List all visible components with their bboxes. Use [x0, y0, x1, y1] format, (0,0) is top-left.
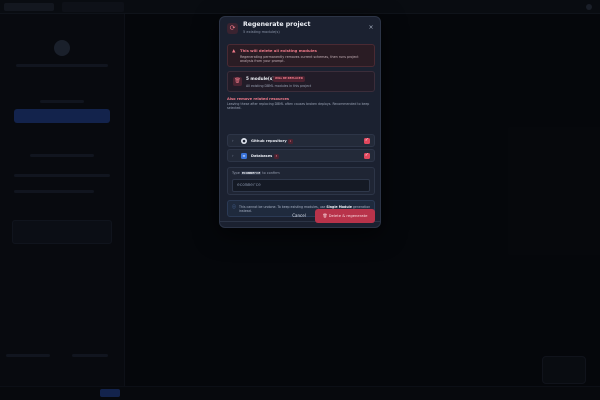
- resource-row-databases[interactable]: › ≡ Databases 3 ✓: [227, 149, 375, 162]
- modal-title: Regenerate project: [243, 21, 311, 28]
- resource-label: Databases: [251, 153, 273, 158]
- modal-header: ⟳ Regenerate project 5 existing module(s…: [220, 17, 380, 41]
- delete-regenerate-button[interactable]: 🗑 Delete & regenerate: [315, 209, 375, 223]
- warning-box: ▲ This will delete all existing modules …: [227, 44, 375, 67]
- confirm-prefix: Type: [232, 171, 240, 175]
- modules-count: 5 module(s): [246, 76, 275, 81]
- refresh-icon: ⟳: [227, 23, 238, 34]
- github-icon: ●: [241, 138, 247, 144]
- info-icon: ⓘ: [232, 204, 236, 209]
- chevron-right-icon[interactable]: ›: [232, 138, 234, 143]
- regenerate-modal: ⟳ Regenerate project 5 existing module(s…: [219, 16, 381, 228]
- modules-card: 🗑 5 module(s) WILL BE REPLACED All exist…: [227, 71, 375, 92]
- database-icon: ≡: [241, 153, 247, 159]
- modal-subtitle: 5 existing module(s): [243, 30, 280, 34]
- modules-description: All existing DBML modules in this projec…: [246, 84, 312, 88]
- chevron-right-icon[interactable]: ›: [232, 153, 234, 158]
- trash-icon: 🗑: [233, 77, 242, 86]
- resource-count: 3: [274, 153, 279, 159]
- resource-checkbox[interactable]: ✓: [363, 152, 370, 159]
- confirm-box: Type ecommerce to confirm ecommerce: [227, 167, 375, 195]
- related-title: Also remove related resources: [227, 97, 290, 101]
- resource-row-github[interactable]: › ● Github repository 1 ✓: [227, 134, 375, 147]
- resource-checkbox[interactable]: ✓: [363, 137, 370, 144]
- related-description: Leaving these after replacing DBML often…: [227, 102, 370, 111]
- resource-count: 1: [288, 138, 293, 144]
- delete-regenerate-label: Delete & regenerate: [328, 213, 368, 218]
- info-text-bold: Single Module: [326, 204, 352, 209]
- resource-label: Github repository: [251, 138, 287, 143]
- warning-title: This will delete all existing modules: [240, 48, 317, 53]
- confirm-suffix: to confirm: [262, 171, 280, 175]
- info-text-before: This cannot be undone. To keep existing …: [239, 204, 326, 209]
- confirm-code: ecommerce: [240, 171, 262, 175]
- warning-icon: ▲: [232, 49, 236, 54]
- close-icon[interactable]: ×: [367, 24, 375, 32]
- confirm-input[interactable]: ecommerce: [232, 179, 370, 192]
- replaced-badge: WILL BE REPLACED: [273, 76, 305, 82]
- confirm-label: Type ecommerce to confirm: [232, 171, 280, 175]
- warning-text: Regenerating permanently removes current…: [240, 54, 359, 63]
- cancel-button[interactable]: Cancel: [286, 211, 312, 221]
